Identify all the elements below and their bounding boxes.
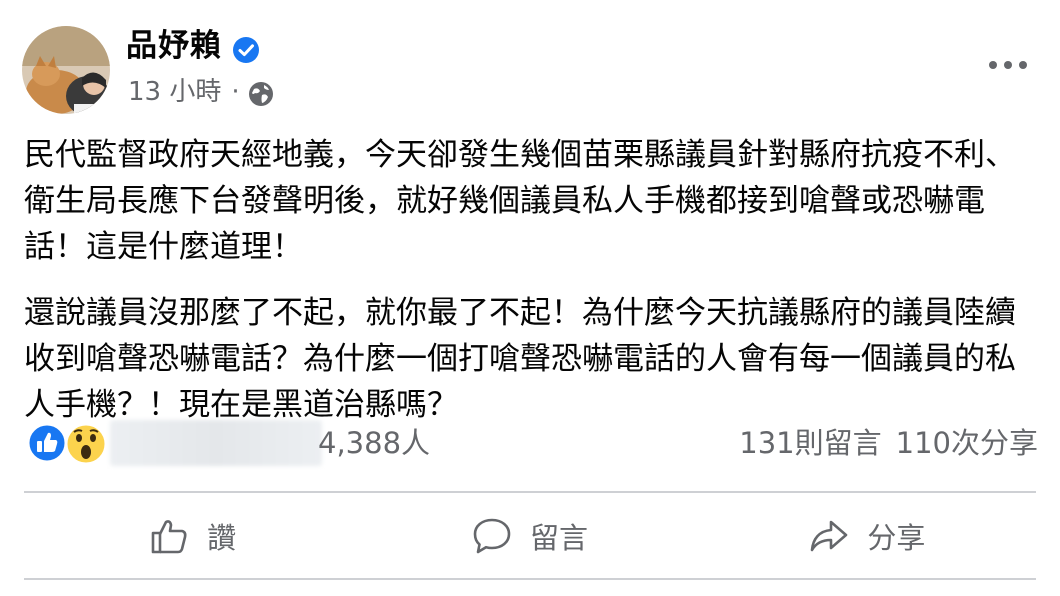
divider xyxy=(24,578,1036,580)
share-count[interactable]: 110次分享 xyxy=(896,420,1038,466)
facebook-post: 品妤賴 13 小時 · 民代監督政府天經地義，今天卻發生幾個苗栗縣議員針對縣府抗… xyxy=(0,0,1060,596)
more-dots-icon xyxy=(989,61,1027,69)
author-name-row: 品妤賴 xyxy=(126,24,260,68)
post-actions: 讚 留言 分享 xyxy=(24,496,1036,576)
reaction-icons[interactable] xyxy=(26,422,112,466)
comment-button-label: 留言 xyxy=(529,521,588,555)
engagement-counts: 131則留言 110次分享 xyxy=(739,420,1038,466)
like-button[interactable]: 讚 xyxy=(24,496,361,576)
like-button-label: 讚 xyxy=(207,521,237,555)
post-paragraph-1: 民代監督政府天經地義，今天卻發生幾個苗栗縣議員針對縣府抗疫不利、衛生局長應下台發… xyxy=(24,137,1016,265)
blurred-reactor-names xyxy=(110,420,322,466)
globe-icon[interactable] xyxy=(248,79,274,106)
author-name[interactable]: 品妤賴 xyxy=(126,24,222,68)
verified-badge-icon xyxy=(232,32,260,63)
post-timestamp[interactable]: 13 小時 xyxy=(128,72,221,112)
comment-count[interactable]: 131則留言 xyxy=(739,420,881,466)
share-button[interactable]: 分享 xyxy=(699,496,1036,576)
meta-separator: · xyxy=(231,77,240,107)
reaction-count[interactable]: 4,388人 xyxy=(318,420,430,466)
divider xyxy=(24,491,1036,493)
comment-bubble-icon xyxy=(473,518,511,554)
like-reaction-icon xyxy=(26,422,68,464)
share-arrow-icon xyxy=(811,520,848,552)
post-paragraph-2: 還說議員沒那麼了不起，就你最了不起！為什麼今天抗議縣府的議員陸續收到嗆聲恐嚇電話… xyxy=(24,295,1016,423)
author-avatar[interactable] xyxy=(22,26,110,114)
post-body: 民代監督政府天經地義，今天卻發生幾個苗栗縣議員針對縣府抗疫不利、衛生局長應下台發… xyxy=(24,132,1044,448)
post-meta: 13 小時 · xyxy=(128,72,274,112)
more-options-button[interactable] xyxy=(984,50,1032,80)
share-button-label: 分享 xyxy=(867,521,926,555)
thumbs-up-icon xyxy=(151,520,187,554)
reactions-bar: 4,388人 131則留言 110次分享 xyxy=(26,420,1038,466)
wow-reaction-icon xyxy=(64,422,108,466)
comment-button[interactable]: 留言 xyxy=(361,496,698,576)
